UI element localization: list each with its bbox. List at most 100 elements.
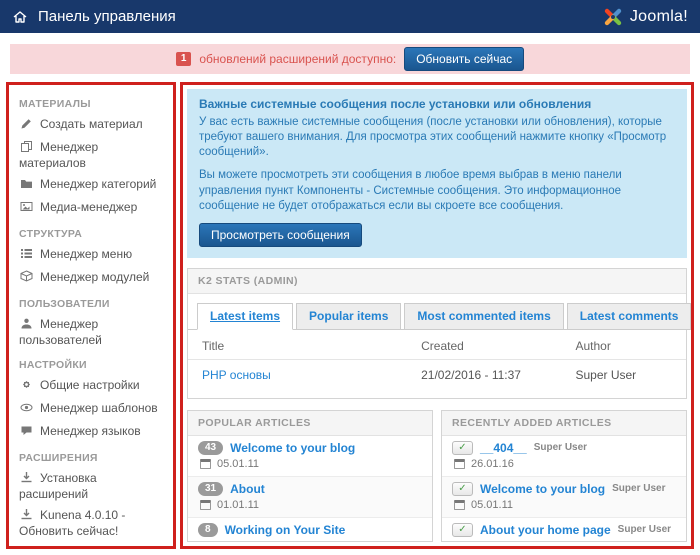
list-item: 43 Welcome to your blog 05.01.11 [188, 436, 432, 476]
system-messages-info-box: Важные системные сообщения после установ… [187, 89, 687, 258]
comment-icon [19, 424, 34, 440]
article-link[interactable]: __404__ [480, 441, 527, 455]
view-messages-button[interactable]: Просмотреть сообщения [199, 222, 362, 247]
calendar-icon [454, 499, 465, 510]
top-header-bar: Панель управления Joomla! [0, 0, 700, 33]
sidebar-item-label: Менеджер шаблонов [40, 400, 158, 415]
folder-icon [19, 177, 34, 193]
sidebar-item-label: Общие настройки [40, 377, 140, 392]
tab-latest-comments[interactable]: Latest comments [566, 302, 691, 330]
gear-icon [19, 378, 34, 394]
user-icon [19, 317, 34, 333]
list-item: ✓ __404__ Super User 26.01.16 [442, 436, 686, 476]
sidebar-item-label: Менеджер меню [40, 246, 133, 261]
recent-articles-title: RECENTLY ADDED ARTICLES [442, 410, 686, 436]
article-date: 26.01.16 [471, 457, 514, 470]
article-date: 05.01.11 [217, 457, 260, 470]
k2-stats-panel-title: K2 STATS (ADMIN) [188, 268, 686, 294]
column-header-author: Author [561, 331, 686, 360]
sidebar-item-label: Создать материал [40, 116, 143, 131]
info-box-paragraph-1: У вас есть важные системные сообщения (п… [199, 115, 667, 159]
image-icon [19, 200, 34, 216]
article-date: 05.01.11 [471, 498, 514, 511]
recent-articles-panel: RECENTLY ADDED ARTICLES ✓ __404__ Super Us… [441, 409, 687, 542]
calendar-icon [200, 458, 211, 469]
sidebar-item-install-extensions[interactable]: Установка расширений [19, 467, 167, 504]
tab-most-commented-items[interactable]: Most commented items [404, 302, 564, 330]
sidebar-item-language-manager[interactable]: Менеджер языков [19, 420, 167, 443]
main-content: Важные системные сообщения после установ… [180, 82, 694, 549]
joomla-logo-text: Joomla! [629, 7, 688, 25]
info-box-paragraph-2: Вы можете просмотреть эти сообщения в лю… [199, 169, 622, 212]
article-link[interactable]: Working on Your Site [225, 523, 346, 537]
download-icon [19, 471, 34, 487]
article-link[interactable]: About your home page [480, 523, 611, 537]
sidebar-item-label: JCE Браузер файлов [40, 545, 159, 547]
sidebar-item-template-manager[interactable]: Менеджер шаблонов [19, 397, 167, 420]
article-author: Super User [533, 442, 588, 454]
hits-badge: 43 [198, 440, 224, 455]
article-author: Super User [617, 524, 672, 536]
k2-stats-panel: K2 STATS (ADMIN) Latest items Popular it… [187, 267, 691, 399]
update-now-button[interactable]: Обновить сейчас [404, 47, 525, 71]
hits-badge: 8 [198, 522, 218, 537]
sidebar-item-label: Kunena 4.0.10 - Обновить сейчас! [19, 507, 126, 538]
copy-icon [19, 140, 34, 156]
tab-latest-items[interactable]: Latest items [197, 302, 294, 330]
home-icon[interactable] [12, 9, 28, 25]
column-header-created: Created [407, 331, 562, 360]
update-count-badge: 1 [175, 52, 192, 66]
sidebar-item-media-manager[interactable]: Медиа-менеджер [19, 196, 167, 219]
sidebar-item-category-manager[interactable]: Менеджер категорий [19, 173, 167, 196]
calendar-icon [200, 540, 211, 541]
hits-badge: 31 [198, 481, 224, 496]
sidebar-item-module-manager[interactable]: Менеджер модулей [19, 266, 167, 289]
sidebar-item-article-manager[interactable]: Менеджер материалов [19, 136, 167, 173]
sidebar-item-create-article[interactable]: Создать материал [19, 113, 167, 136]
k2-tabs: Latest items Popular items Most commente… [188, 294, 691, 330]
article-link[interactable]: Welcome to your blog [480, 482, 605, 496]
sidebar-item-global-config[interactable]: Общие настройки [19, 374, 167, 397]
k2-latest-items-table: Title Created Author PHP основы 21/02/20… [188, 331, 686, 392]
info-box-title: Важные системные сообщения после установ… [199, 97, 592, 111]
article-date: 01.01.11 [217, 540, 259, 541]
article-author: Super User [612, 483, 666, 495]
article-date: 01.01.11 [217, 498, 260, 511]
recent-articles-list: ✓ __404__ Super User 26.01.16 ✓ Welcome to … [442, 436, 686, 541]
published-check-icon[interactable]: ✓ [452, 440, 473, 455]
article-link[interactable]: Welcome to your blog [230, 441, 355, 455]
joomla-logo-icon [604, 8, 622, 25]
sidebar-section-title: ПОЛЬЗОВАТЕЛИ [19, 298, 110, 310]
calendar-icon [454, 540, 465, 541]
list-item: ✓ Welcome to your blog Super User 05.01.11 [442, 475, 686, 517]
image-icon [19, 545, 34, 547]
list-item: ✓ About your home page Super User 03.01.11 [442, 516, 686, 541]
sidebar-item-user-manager[interactable]: Менеджер пользователей [19, 313, 167, 350]
page-title: Панель управления [38, 8, 176, 25]
tab-popular-items[interactable]: Popular items [296, 302, 402, 330]
eye-icon [19, 401, 34, 417]
sidebar-section-title: МАТЕРИАЛЫ [19, 98, 91, 110]
update-notification-bar: 1 обновлений расширений доступно: Обнови… [10, 44, 690, 74]
sidebar-item-kunena-update[interactable]: Kunena 4.0.10 - Обновить сейчас! [19, 504, 167, 541]
popular-articles-title: POPULAR ARTICLES [188, 410, 432, 436]
list-item: 8 Working on Your Site 01.01.11 [188, 516, 432, 541]
download-icon [19, 508, 34, 524]
published-check-icon[interactable]: ✓ [452, 522, 473, 537]
sidebar-item-jce-file-browser[interactable]: JCE Браузер файлов [19, 541, 167, 547]
article-link[interactable]: About [230, 482, 265, 496]
sidebar-item-label: Медиа-менеджер [40, 199, 138, 214]
sidebar-item-menu-manager[interactable]: Менеджер меню [19, 243, 167, 266]
sidebar-section-title: РАСШИРЕНИЯ [19, 452, 98, 464]
joomla-logo: Joomla! [602, 6, 688, 28]
item-created: 21/02/2016 - 11:37 [421, 367, 521, 382]
update-notification-text: обновлений расширений доступно: [199, 52, 397, 66]
article-date: 03.01.11 [471, 540, 513, 541]
table-row: PHP основы 21/02/2016 - 11:37 Super User [188, 359, 686, 392]
sidebar-item-label: Менеджер модулей [40, 269, 150, 284]
admin-sidebar: МАТЕРИАЛЫ Создать материал Менеджер мате… [6, 82, 176, 549]
sidebar-section-title: СТРУКТУРА [19, 228, 83, 240]
item-link[interactable]: PHP основы [202, 368, 271, 382]
column-header-title: Title [188, 331, 408, 360]
published-check-icon[interactable]: ✓ [452, 481, 473, 496]
